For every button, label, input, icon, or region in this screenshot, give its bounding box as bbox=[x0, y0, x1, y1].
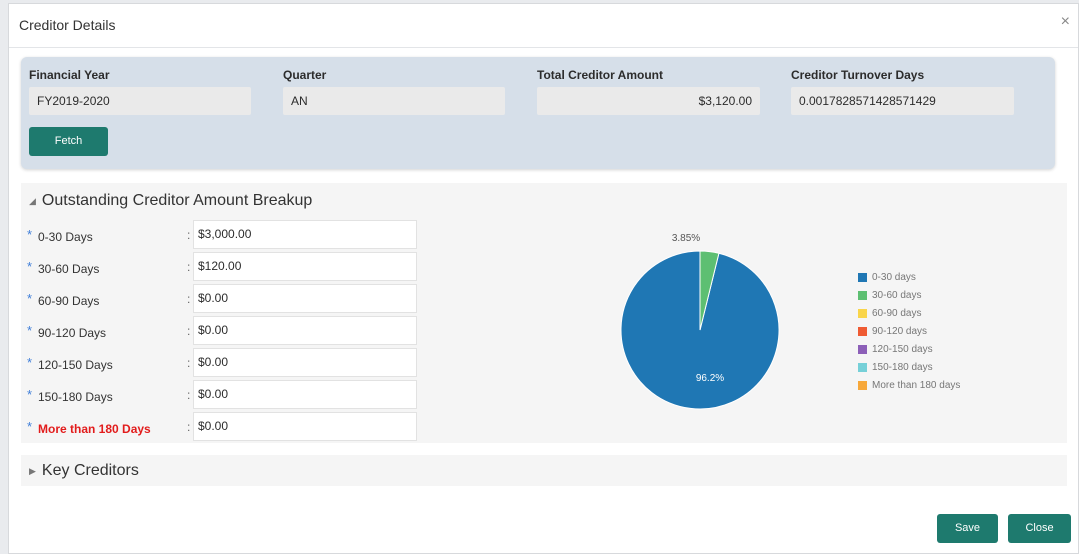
legend-label: 90-120 days bbox=[872, 325, 928, 337]
summary-panel: Financial Year FY2019-2020 Quarter AN To… bbox=[21, 57, 1055, 169]
legend-swatch bbox=[858, 308, 867, 318]
pie-data-label: 3.85% bbox=[672, 233, 700, 244]
pie-legend: 0-30 days 30-60 days 60-90 days 90-120 days… bbox=[858, 268, 960, 394]
legend-swatch bbox=[858, 344, 867, 354]
financial-year-input[interactable]: FY2019-2020 bbox=[29, 87, 251, 115]
collapsed-triangle-icon: ▶ bbox=[29, 465, 36, 476]
colon-separator: : bbox=[187, 260, 191, 274]
breakup-amount-input[interactable]: $3,000.00 bbox=[193, 220, 417, 249]
breakup-row-label: More than 180 Days bbox=[38, 422, 151, 436]
breakup-row-30-60: * 30-60 Days : $120.00 bbox=[27, 252, 417, 282]
breakup-amount-input[interactable]: $0.00 bbox=[193, 284, 417, 313]
pie-data-label: 96.2% bbox=[696, 373, 724, 384]
breakup-row-60-90: * 60-90 Days : $0.00 bbox=[27, 284, 417, 314]
colon-separator: : bbox=[187, 356, 191, 370]
legend-swatch bbox=[858, 326, 867, 336]
legend-label: 150-180 days bbox=[872, 361, 933, 373]
breakup-row-90-120: * 90-120 Days : $0.00 bbox=[27, 316, 417, 346]
fetch-button[interactable]: Fetch bbox=[29, 127, 108, 156]
legend-label: 30-60 days bbox=[872, 289, 922, 301]
legend-label: 120-150 days bbox=[872, 343, 933, 355]
legend-swatch bbox=[858, 290, 867, 300]
required-asterisk: * bbox=[27, 227, 33, 242]
breakup-row-120-150: * 120-150 Days : $0.00 bbox=[27, 348, 417, 378]
total-creditor-amount-input[interactable]: $3,120.00 bbox=[537, 87, 760, 115]
legend-item[interactable]: 0-30 days bbox=[858, 268, 960, 286]
breakup-row-150-180: * 150-180 Days : $0.00 bbox=[27, 380, 417, 410]
required-asterisk: * bbox=[27, 355, 33, 370]
breakup-row-label: 90-120 Days bbox=[38, 326, 107, 340]
legend-label: More than 180 days bbox=[872, 379, 961, 391]
key-creditors-section-title: Key Creditors bbox=[41, 462, 139, 479]
title-divider bbox=[9, 47, 1078, 48]
breakup-amount-input[interactable]: $0.00 bbox=[193, 380, 417, 409]
breakup-section-title: Outstanding Creditor Amount Breakup bbox=[41, 192, 313, 209]
colon-separator: : bbox=[187, 388, 191, 402]
creditor-turnover-days-input[interactable]: 0.0017828571428571429 bbox=[791, 87, 1014, 115]
legend-item[interactable]: 150-180 days bbox=[858, 358, 960, 376]
legend-item[interactable]: More than 180 days bbox=[858, 376, 960, 394]
close-button[interactable]: Close bbox=[1008, 514, 1071, 543]
close-icon[interactable]: × bbox=[1061, 14, 1070, 30]
key-creditors-section-header[interactable]: ▶ Key Creditors bbox=[29, 462, 139, 480]
breakup-amount-input[interactable]: $0.00 bbox=[193, 412, 417, 441]
breakup-row-label: 60-90 Days bbox=[38, 294, 100, 308]
required-asterisk: * bbox=[27, 419, 33, 434]
save-button[interactable]: Save bbox=[937, 514, 998, 543]
required-asterisk: * bbox=[27, 259, 33, 274]
legend-item[interactable]: 90-120 days bbox=[858, 322, 960, 340]
total-creditor-amount-field: Total Creditor Amount $3,120.00 bbox=[537, 68, 760, 115]
breakup-section-header[interactable]: ◢ Outstanding Creditor Amount Breakup bbox=[29, 192, 312, 210]
breakup-row-label: 120-150 Days bbox=[38, 358, 113, 372]
breakup-amount-input[interactable]: $0.00 bbox=[193, 316, 417, 345]
breakup-row-more-than-180: * More than 180 Days : $0.00 bbox=[27, 412, 417, 442]
colon-separator: : bbox=[187, 420, 191, 434]
breakup-amount-input[interactable]: $120.00 bbox=[193, 252, 417, 281]
creditor-turnover-days-label: Creditor Turnover Days bbox=[791, 68, 925, 82]
legend-item[interactable]: 120-150 days bbox=[858, 340, 960, 358]
financial-year-label: Financial Year bbox=[29, 68, 110, 82]
legend-swatch bbox=[858, 272, 867, 282]
expanded-triangle-icon: ◢ bbox=[29, 195, 36, 206]
financial-year-field: Financial Year FY2019-2020 bbox=[29, 68, 251, 115]
required-asterisk: * bbox=[27, 291, 33, 306]
quarter-label: Quarter bbox=[283, 68, 327, 82]
colon-separator: : bbox=[187, 228, 191, 242]
quarter-input[interactable]: AN bbox=[283, 87, 505, 115]
breakup-row-label: 0-30 Days bbox=[38, 230, 93, 244]
pie-slices bbox=[620, 250, 780, 410]
breakup-row-label: 150-180 Days bbox=[38, 390, 113, 404]
legend-swatch bbox=[858, 362, 867, 372]
creditor-turnover-days-field: Creditor Turnover Days 0.001782857142857… bbox=[791, 68, 1014, 115]
breakup-row-0-30: * 0-30 Days : $3,000.00 bbox=[27, 220, 417, 250]
colon-separator: : bbox=[187, 292, 191, 306]
quarter-field: Quarter AN bbox=[283, 68, 505, 115]
legend-item[interactable]: 30-60 days bbox=[858, 286, 960, 304]
required-asterisk: * bbox=[27, 387, 33, 402]
legend-item[interactable]: 60-90 days bbox=[858, 304, 960, 322]
legend-swatch bbox=[858, 380, 867, 390]
required-asterisk: * bbox=[27, 323, 33, 338]
breakup-row-label: 30-60 Days bbox=[38, 262, 100, 276]
legend-label: 60-90 days bbox=[872, 307, 922, 319]
colon-separator: : bbox=[187, 324, 191, 338]
dialog-title: Creditor Details bbox=[19, 17, 116, 33]
total-creditor-amount-label: Total Creditor Amount bbox=[537, 68, 663, 82]
key-creditors-section: ▶ Key Creditors bbox=[21, 455, 1067, 486]
breakup-amount-input[interactable]: $0.00 bbox=[193, 348, 417, 377]
legend-label: 0-30 days bbox=[872, 271, 916, 283]
